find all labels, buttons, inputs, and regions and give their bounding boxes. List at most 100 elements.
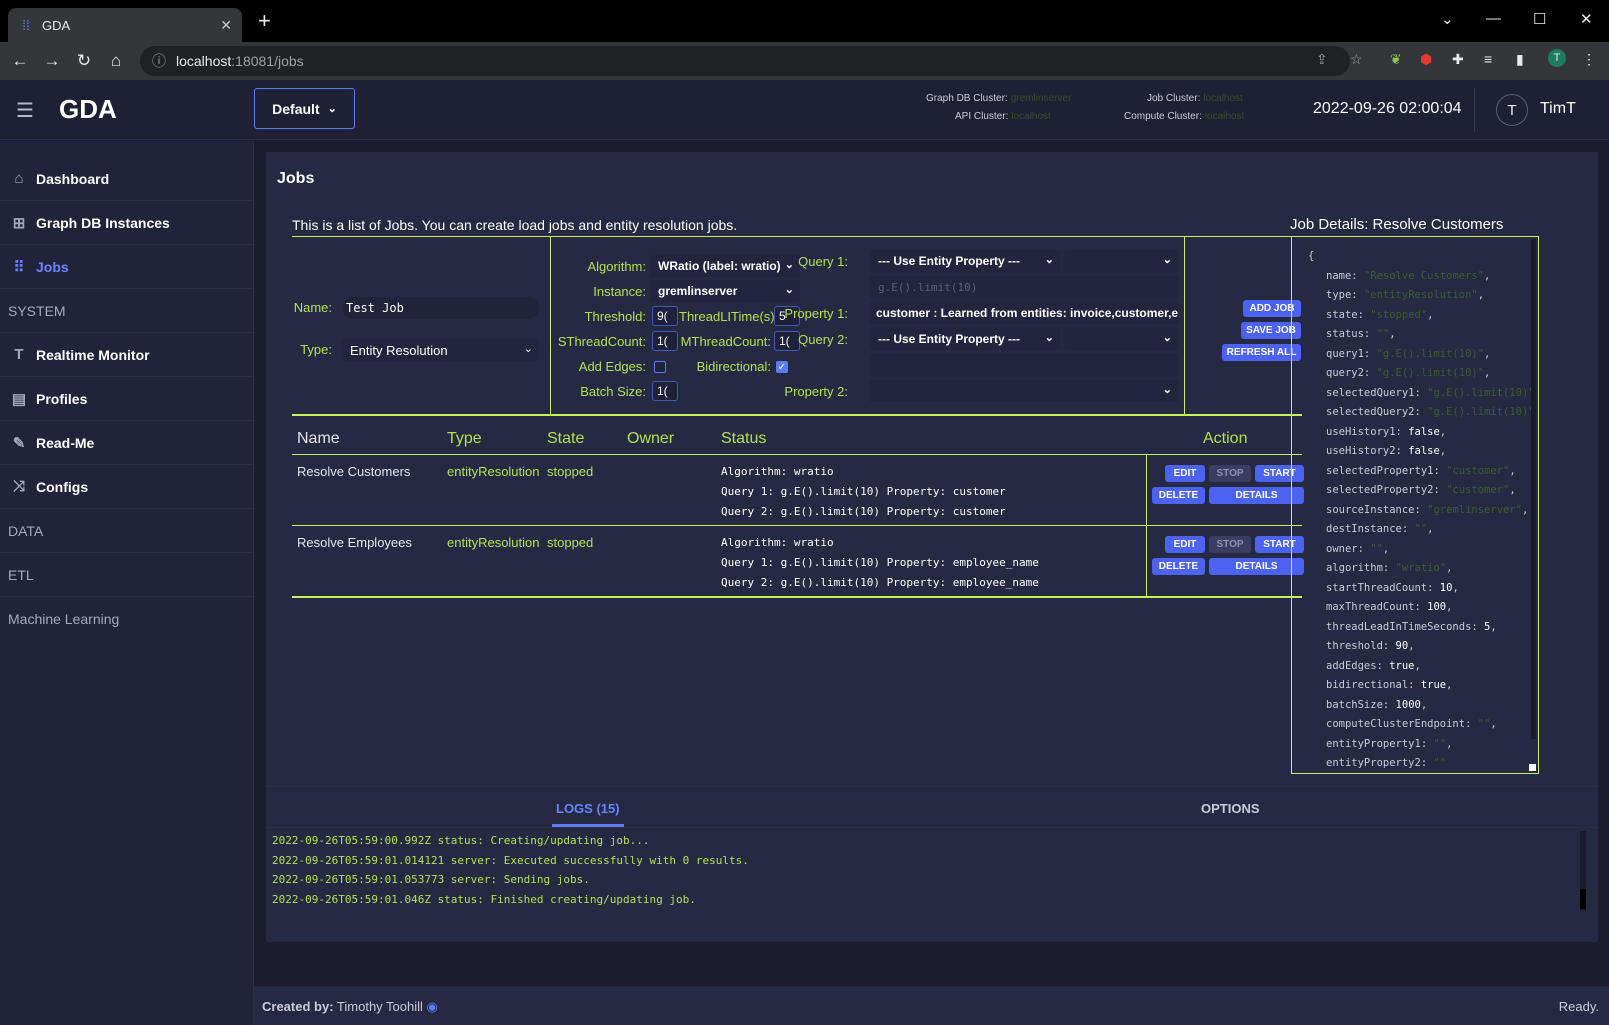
instance-selector[interactable]: Default ⌄ xyxy=(254,88,355,129)
threshold-input[interactable]: 9( xyxy=(652,306,678,326)
extensions-puzzle-icon[interactable]: ✚ xyxy=(1452,51,1464,68)
json-comma: , xyxy=(1484,367,1491,379)
type-select[interactable]: Entity Resolution ⌄ xyxy=(342,339,539,361)
details-button[interactable]: DETAILS xyxy=(1209,487,1304,504)
json-key: algorithm: xyxy=(1326,562,1396,574)
sidebar-section-data[interactable]: DATA xyxy=(0,509,253,553)
json-key: batchSize: xyxy=(1326,698,1396,711)
json-key: status: xyxy=(1326,328,1377,340)
logs-scrollbar-thumb[interactable] xyxy=(1580,889,1586,909)
adblock-icon[interactable]: ⬢ xyxy=(1420,51,1432,68)
json-value: true xyxy=(1389,659,1415,672)
sidebar-section-system[interactable]: SYSTEM xyxy=(0,289,253,333)
property2-select[interactable]: ⌄ xyxy=(870,380,1178,402)
user-avatar[interactable]: T xyxy=(1496,94,1528,126)
sidebar-item-realtime-monitor[interactable]: T Realtime Monitor xyxy=(0,333,253,377)
sidebar-section-machine-learning[interactable]: Machine Learning xyxy=(0,597,253,641)
media-queue-icon[interactable]: ≡ xyxy=(1484,51,1492,67)
sidebar-section-etl[interactable]: ETL xyxy=(0,553,253,597)
home-browser-icon[interactable]: ⌂ xyxy=(100,51,132,71)
query1-label: Query 1: xyxy=(798,254,848,269)
query1-select[interactable]: --- Use Entity Property --- ⌄ xyxy=(870,250,1060,272)
back-icon[interactable]: ← xyxy=(4,51,36,71)
json-key: destInstance: xyxy=(1326,523,1415,535)
start-thread-input[interactable]: 1( xyxy=(652,331,678,351)
bidirectional-checkbox[interactable]: ✓ xyxy=(776,361,788,373)
column-header-status[interactable]: Status xyxy=(721,430,766,448)
delete-button[interactable]: DELETE xyxy=(1152,558,1205,575)
job-cluster-label: Job Cluster: xyxy=(1147,93,1201,104)
hamburger-menu-icon[interactable]: ☰ xyxy=(16,98,34,123)
edit-button[interactable]: EDIT xyxy=(1165,536,1205,553)
sidebar-item-profiles[interactable]: ▤ Profiles xyxy=(0,377,253,421)
json-line: selectedProperty2: "customer", xyxy=(1308,481,1538,501)
batch-size-input[interactable]: 1( xyxy=(652,381,678,401)
job-cluster-value: localhost xyxy=(1203,93,1243,104)
json-scrollbar[interactable] xyxy=(1531,239,1536,739)
maximize-icon[interactable]: ☐ xyxy=(1533,10,1546,28)
json-value: "g.E().limit(10)" xyxy=(1376,367,1485,379)
reload-icon[interactable]: ↻ xyxy=(68,51,100,71)
user-name[interactable]: TimT xyxy=(1540,100,1576,118)
json-value: false xyxy=(1408,425,1440,438)
json-value: 90 xyxy=(1395,640,1409,652)
browser-menu-icon[interactable]: ⋮ xyxy=(1582,51,1596,68)
job-status-line: Query 1: g.E().limit(10) Property: emplo… xyxy=(721,556,1039,569)
minimize-icon[interactable]: — xyxy=(1486,10,1501,27)
name-label: Name: xyxy=(293,300,332,315)
query2-history-select[interactable]: ⌄ xyxy=(1064,328,1178,350)
json-line: status: "", xyxy=(1308,325,1538,345)
stop-button[interactable]: STOP xyxy=(1209,536,1251,553)
json-comma: , xyxy=(1484,269,1491,282)
query2-select[interactable]: --- Use Entity Property --- ⌄ xyxy=(870,328,1060,350)
column-header-action[interactable]: Action xyxy=(1203,430,1247,448)
browser-tab-bar: ⁞⁞ GDA ✕ + ⌄ — ☐ ✕ xyxy=(0,0,1609,42)
sidebar-item-graph-db-instances[interactable]: ⊞ Graph DB Instances xyxy=(0,201,253,245)
stop-button[interactable]: STOP xyxy=(1209,465,1251,482)
name-input[interactable]: Test Job xyxy=(342,297,539,319)
column-header-state[interactable]: State xyxy=(547,430,584,448)
property1-select[interactable]: customer : Learned from entities: invoic… xyxy=(870,302,1178,324)
extension-leaf-icon[interactable]: ❦ xyxy=(1390,51,1402,68)
info-icon[interactable]: ⓘ xyxy=(152,51,166,71)
side-panel-icon[interactable]: ▮ xyxy=(1516,51,1524,68)
instance-select[interactable]: gremlinserver ⌄ xyxy=(650,280,800,302)
json-comma: , xyxy=(1389,328,1396,340)
bookmark-star-icon[interactable]: ☆ xyxy=(1350,51,1363,68)
close-window-icon[interactable]: ✕ xyxy=(1580,10,1593,28)
property1-label: Property 1: xyxy=(784,306,848,321)
sidebar-item-configs[interactable]: ⤨ Configs xyxy=(0,465,253,509)
refresh-all-button[interactable]: REFRESH ALL xyxy=(1222,344,1301,361)
new-tab-icon[interactable]: + xyxy=(258,10,271,32)
tab-search-icon[interactable]: ⌄ xyxy=(1441,10,1454,28)
algorithm-select[interactable]: WRatio (label: wratio) ⌄ xyxy=(650,255,800,277)
query1-input[interactable]: g.E().limit(10) xyxy=(870,276,1178,298)
share-icon[interactable]: ⇪ xyxy=(1316,51,1328,68)
job-details-json[interactable]: {name: "Resolve Customers", type: "entity… xyxy=(1291,236,1539,774)
delete-button[interactable]: DELETE xyxy=(1152,487,1205,504)
tab-options[interactable]: OPTIONS xyxy=(1201,801,1260,816)
json-value: "entityResolution" xyxy=(1363,289,1478,301)
browser-tab[interactable]: ⁞⁞ GDA ✕ xyxy=(8,8,242,42)
profile-avatar[interactable]: T xyxy=(1548,49,1566,67)
column-header-type[interactable]: Type xyxy=(447,430,482,448)
resize-handle[interactable] xyxy=(1529,764,1536,771)
add-edges-checkbox[interactable] xyxy=(654,361,666,373)
query2-input[interactable] xyxy=(870,354,1178,376)
sidebar-item-jobs[interactable]: ⠿ Jobs xyxy=(0,245,253,289)
column-header-name[interactable]: Name xyxy=(297,430,340,448)
column-header-owner[interactable]: Owner xyxy=(627,430,674,448)
sidebar-item-read-me[interactable]: ✎ Read-Me xyxy=(0,421,253,465)
github-icon[interactable]: ◉ xyxy=(427,999,438,1014)
json-value: "g.E().limit(10)" xyxy=(1427,386,1535,399)
url-input[interactable]: ⓘ localhost:18081/jobs xyxy=(140,46,1350,76)
tab-logs[interactable]: LOGS (15) xyxy=(556,801,620,816)
details-button[interactable]: DETAILS xyxy=(1209,558,1304,575)
json-line: computeClusterEndpoint: "", xyxy=(1308,715,1538,735)
close-tab-icon[interactable]: ✕ xyxy=(220,17,232,34)
sidebar-item-dashboard[interactable]: ⌂ Dashboard xyxy=(0,157,253,201)
edit-button[interactable]: EDIT xyxy=(1165,465,1205,482)
forward-icon[interactable]: → xyxy=(36,51,68,71)
instance-select-value: gremlinserver xyxy=(658,284,738,298)
query1-history-select[interactable]: ⌄ xyxy=(1064,250,1178,272)
